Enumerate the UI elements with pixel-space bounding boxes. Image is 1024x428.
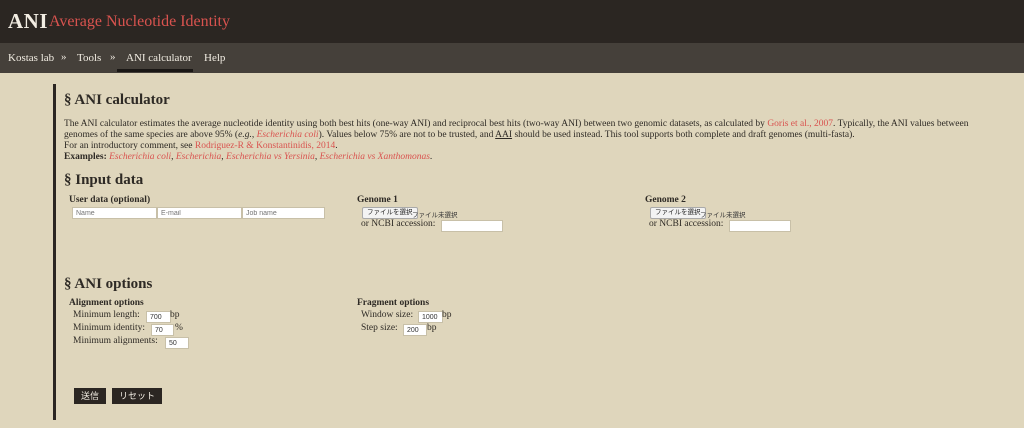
link-escherichia-coli[interactable]: Escherichia coli [257, 130, 319, 140]
min-length-label: Minimum length: [73, 310, 140, 320]
step-size-label: Step size: [361, 323, 398, 333]
genome-1-file-button[interactable]: ファイルを選択 [362, 207, 418, 219]
genome-1-ncbi-input[interactable] [441, 220, 503, 232]
section-title-ani-calculator: § ANI calculator [64, 92, 170, 108]
intro-text: . Typically, the ANI values between [833, 119, 969, 129]
step-size-input[interactable] [403, 324, 427, 336]
aai-abbr: AAI [495, 130, 513, 140]
content-left-rule [53, 84, 56, 420]
section-title-ani-options: § ANI options [64, 276, 153, 292]
genome-1-ncbi-label: or NCBI accession: [361, 219, 436, 229]
window-size-input[interactable] [418, 311, 443, 323]
genome-2-ncbi-label: or NCBI accession: [649, 219, 724, 229]
intro-line-3: For an introductory comment, see Rodrigu… [64, 141, 338, 153]
nav-item-help[interactable]: Help [204, 52, 225, 64]
top-header: ANI Average Nucleotide Identity [0, 0, 1024, 43]
intro-text: should be used instead. This tool suppor… [512, 130, 855, 140]
link-rodriguez-2014[interactable]: Rodriguez-R & Konstantinidis, 2014 [195, 141, 335, 151]
alignment-options-label: Alignment options [69, 298, 144, 308]
name-input[interactable] [72, 207, 157, 219]
brand-subtitle: Average Nucleotide Identity [49, 13, 230, 30]
min-identity-unit: % [175, 323, 183, 333]
nav-item-kostas-lab[interactable]: Kostas lab [8, 52, 54, 64]
intro-text: ). Values below 75% are not to be truste… [318, 130, 496, 140]
min-alignments-input[interactable] [165, 337, 189, 349]
nav-item-tools[interactable]: Tools [77, 52, 101, 64]
intro-text: For an introductory comment, see [64, 141, 195, 151]
genome-2-file-button[interactable]: ファイルを選択 [650, 207, 706, 219]
intro-text: genomes of the same species are above 95… [64, 130, 239, 140]
min-identity-label: Minimum identity: [73, 323, 146, 333]
min-alignments-label: Minimum alignments: [73, 336, 158, 346]
breadcrumb-separator: » [110, 51, 116, 63]
intro-line-1: The ANI calculator estimates the average… [64, 119, 968, 131]
examples-label: Examples: [64, 152, 107, 162]
min-length-input[interactable] [146, 311, 171, 323]
min-length-unit: bp [170, 310, 180, 320]
job-name-input[interactable] [242, 207, 325, 219]
window-size-label: Window size: [361, 310, 414, 320]
active-tab-indicator [117, 69, 193, 72]
email-input[interactable] [157, 207, 242, 219]
intro-line-2: genomes of the same species are above 95… [64, 130, 855, 142]
section-title-input-data: § Input data [64, 172, 144, 188]
genome-2-file-status: ファイル未選択 [700, 212, 746, 219]
min-identity-input[interactable] [151, 324, 174, 336]
example-link-escherichia[interactable]: Escherichia [176, 152, 221, 162]
genome-2-ncbi-input[interactable] [729, 220, 791, 232]
brand-title[interactable]: ANI [8, 9, 48, 34]
user-data-label: User data (optional) [69, 195, 151, 205]
genome-1-label: Genome 1 [357, 195, 398, 205]
example-link-escherichia-coli[interactable]: Escherichia coli [109, 152, 171, 162]
window-size-unit: bp [442, 310, 452, 320]
fragment-options-label: Fragment options [357, 298, 430, 308]
intro-text: e.g. [238, 130, 252, 140]
intro-text: . [335, 141, 338, 151]
examples-end: . [429, 152, 433, 162]
genome-1-file-status: ファイル未選択 [412, 212, 458, 219]
link-goris-2007[interactable]: Goris et al., 2007 [767, 119, 833, 129]
breadcrumb-separator: » [61, 51, 67, 63]
step-size-unit: bp [427, 323, 437, 333]
nav-item-ani-calculator[interactable]: ANI calculator [126, 52, 192, 64]
example-link-escherichia-vs-yersinia[interactable]: Escherichia vs Yersinia [226, 152, 315, 162]
intro-text: The ANI calculator estimates the average… [64, 119, 768, 129]
submit-button[interactable]: 送信 [74, 388, 106, 404]
genome-2-label: Genome 2 [645, 195, 686, 205]
reset-button[interactable]: リセット [112, 388, 162, 404]
example-link-escherichia-vs-xanthomonas[interactable]: Escherichia vs Xanthomonas [320, 152, 430, 162]
examples-line: Examples: Escherichia coli, Escherichia,… [64, 152, 432, 164]
